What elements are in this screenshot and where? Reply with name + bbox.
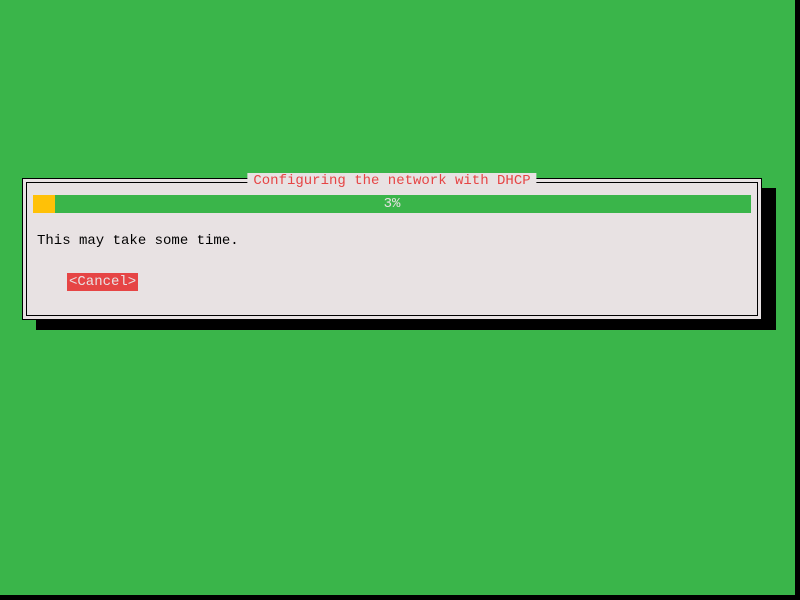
progress-bar-done [33, 195, 55, 213]
cancel-button[interactable]: <Cancel> [67, 273, 138, 291]
dialog-title: Configuring the network with DHCP [247, 173, 536, 189]
progress-bar: 3% [33, 195, 751, 213]
screen-bottom-border [0, 595, 800, 600]
dhcp-config-dialog: Configuring the network with DHCP 3% Thi… [22, 178, 762, 320]
screen-right-border [795, 0, 800, 600]
dialog-inner: Configuring the network with DHCP 3% Thi… [26, 182, 758, 316]
dialog-subtext: This may take some time. [37, 233, 751, 249]
progress-percent-label: 3% [384, 196, 401, 212]
progress-bar-remaining [55, 195, 751, 213]
